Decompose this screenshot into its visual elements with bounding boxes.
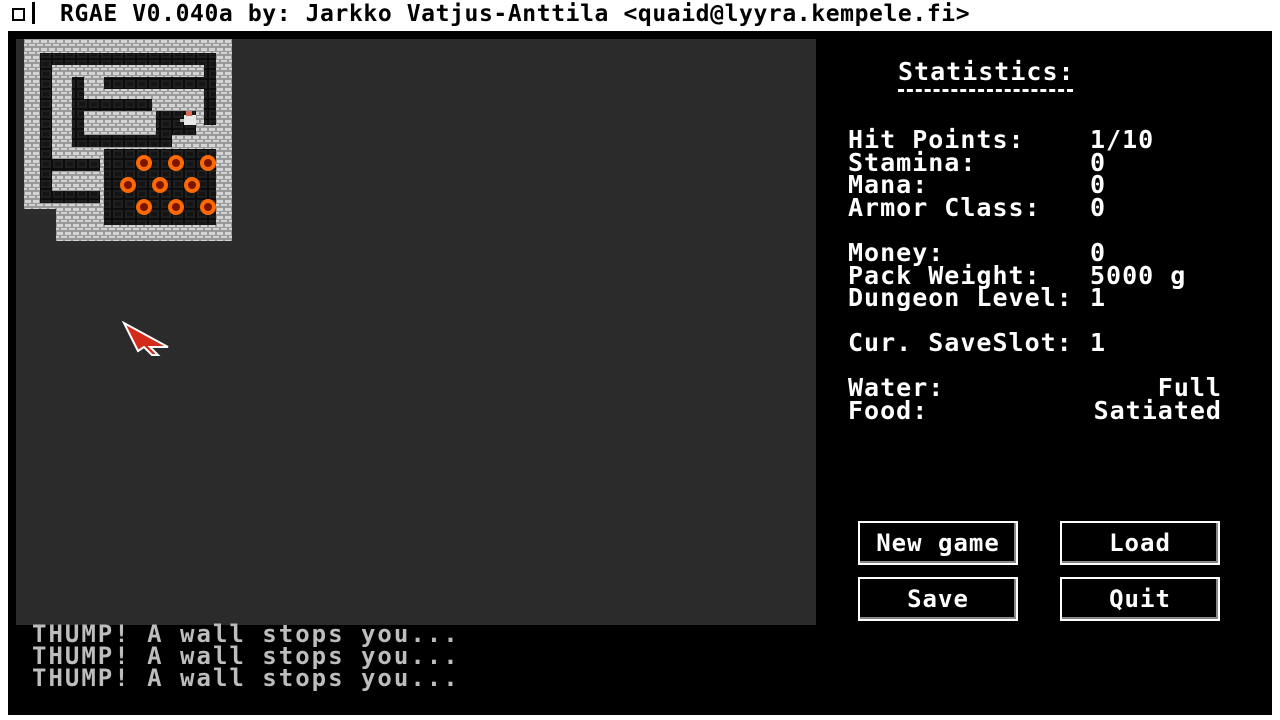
armor-class-value: 0 <box>1090 193 1107 222</box>
new-game-button[interactable]: New game <box>858 521 1018 565</box>
dungeon-level-label: Dungeon Level: <box>848 283 1073 312</box>
fire-icon <box>152 177 168 193</box>
title-separator <box>32 2 35 24</box>
close-box-icon[interactable] <box>12 8 25 21</box>
food-label: Food: <box>848 396 929 425</box>
statistics-underline <box>898 89 1073 92</box>
log-message: THUMP! A wall stops you... <box>32 664 460 692</box>
floor-tile <box>40 53 216 65</box>
fire-icon <box>120 177 136 193</box>
window-title: RGAE V0.040a by: Jarkko Vatjus-Anttila <… <box>60 1 971 27</box>
floor-tile <box>40 191 100 203</box>
fire-icon <box>168 199 184 215</box>
game-window: Statistics: Hit Points: 1/10 Stamina: 0 … <box>8 31 1272 715</box>
armor-class-label: Armor Class: <box>848 193 1041 222</box>
load-button[interactable]: Load <box>1060 521 1220 565</box>
save-slot-label: Cur. SaveSlot: <box>848 328 1073 357</box>
message-log: THUMP! A wall stops you... THUMP! A wall… <box>32 622 460 692</box>
floor-tile <box>72 99 152 111</box>
statistics-heading: Statistics: <box>898 57 1075 86</box>
floor-tile <box>40 159 100 171</box>
floor-tile <box>204 53 216 125</box>
statistics-panel: Statistics: Hit Points: 1/10 Stamina: 0 … <box>848 31 1268 511</box>
fire-icon <box>200 199 216 215</box>
fire-icon <box>200 155 216 171</box>
floor-tile <box>104 77 204 89</box>
floor-tile <box>40 53 52 203</box>
fire-icon <box>136 199 152 215</box>
floor-tile <box>72 135 172 147</box>
fire-icon <box>168 155 184 171</box>
title-bar: RGAE V0.040a by: Jarkko Vatjus-Anttila <… <box>0 0 1280 28</box>
fire-icon <box>184 177 200 193</box>
dungeon-level-value: 1 <box>1090 283 1107 312</box>
save-slot-value: 1 <box>1090 328 1107 357</box>
mouse-pointer-icon <box>122 321 169 356</box>
fire-icon <box>136 155 152 171</box>
save-button[interactable]: Save <box>858 577 1018 621</box>
food-value: Satiated <box>1093 396 1222 425</box>
dungeon-map[interactable] <box>16 39 816 625</box>
quit-button[interactable]: Quit <box>1060 577 1220 621</box>
